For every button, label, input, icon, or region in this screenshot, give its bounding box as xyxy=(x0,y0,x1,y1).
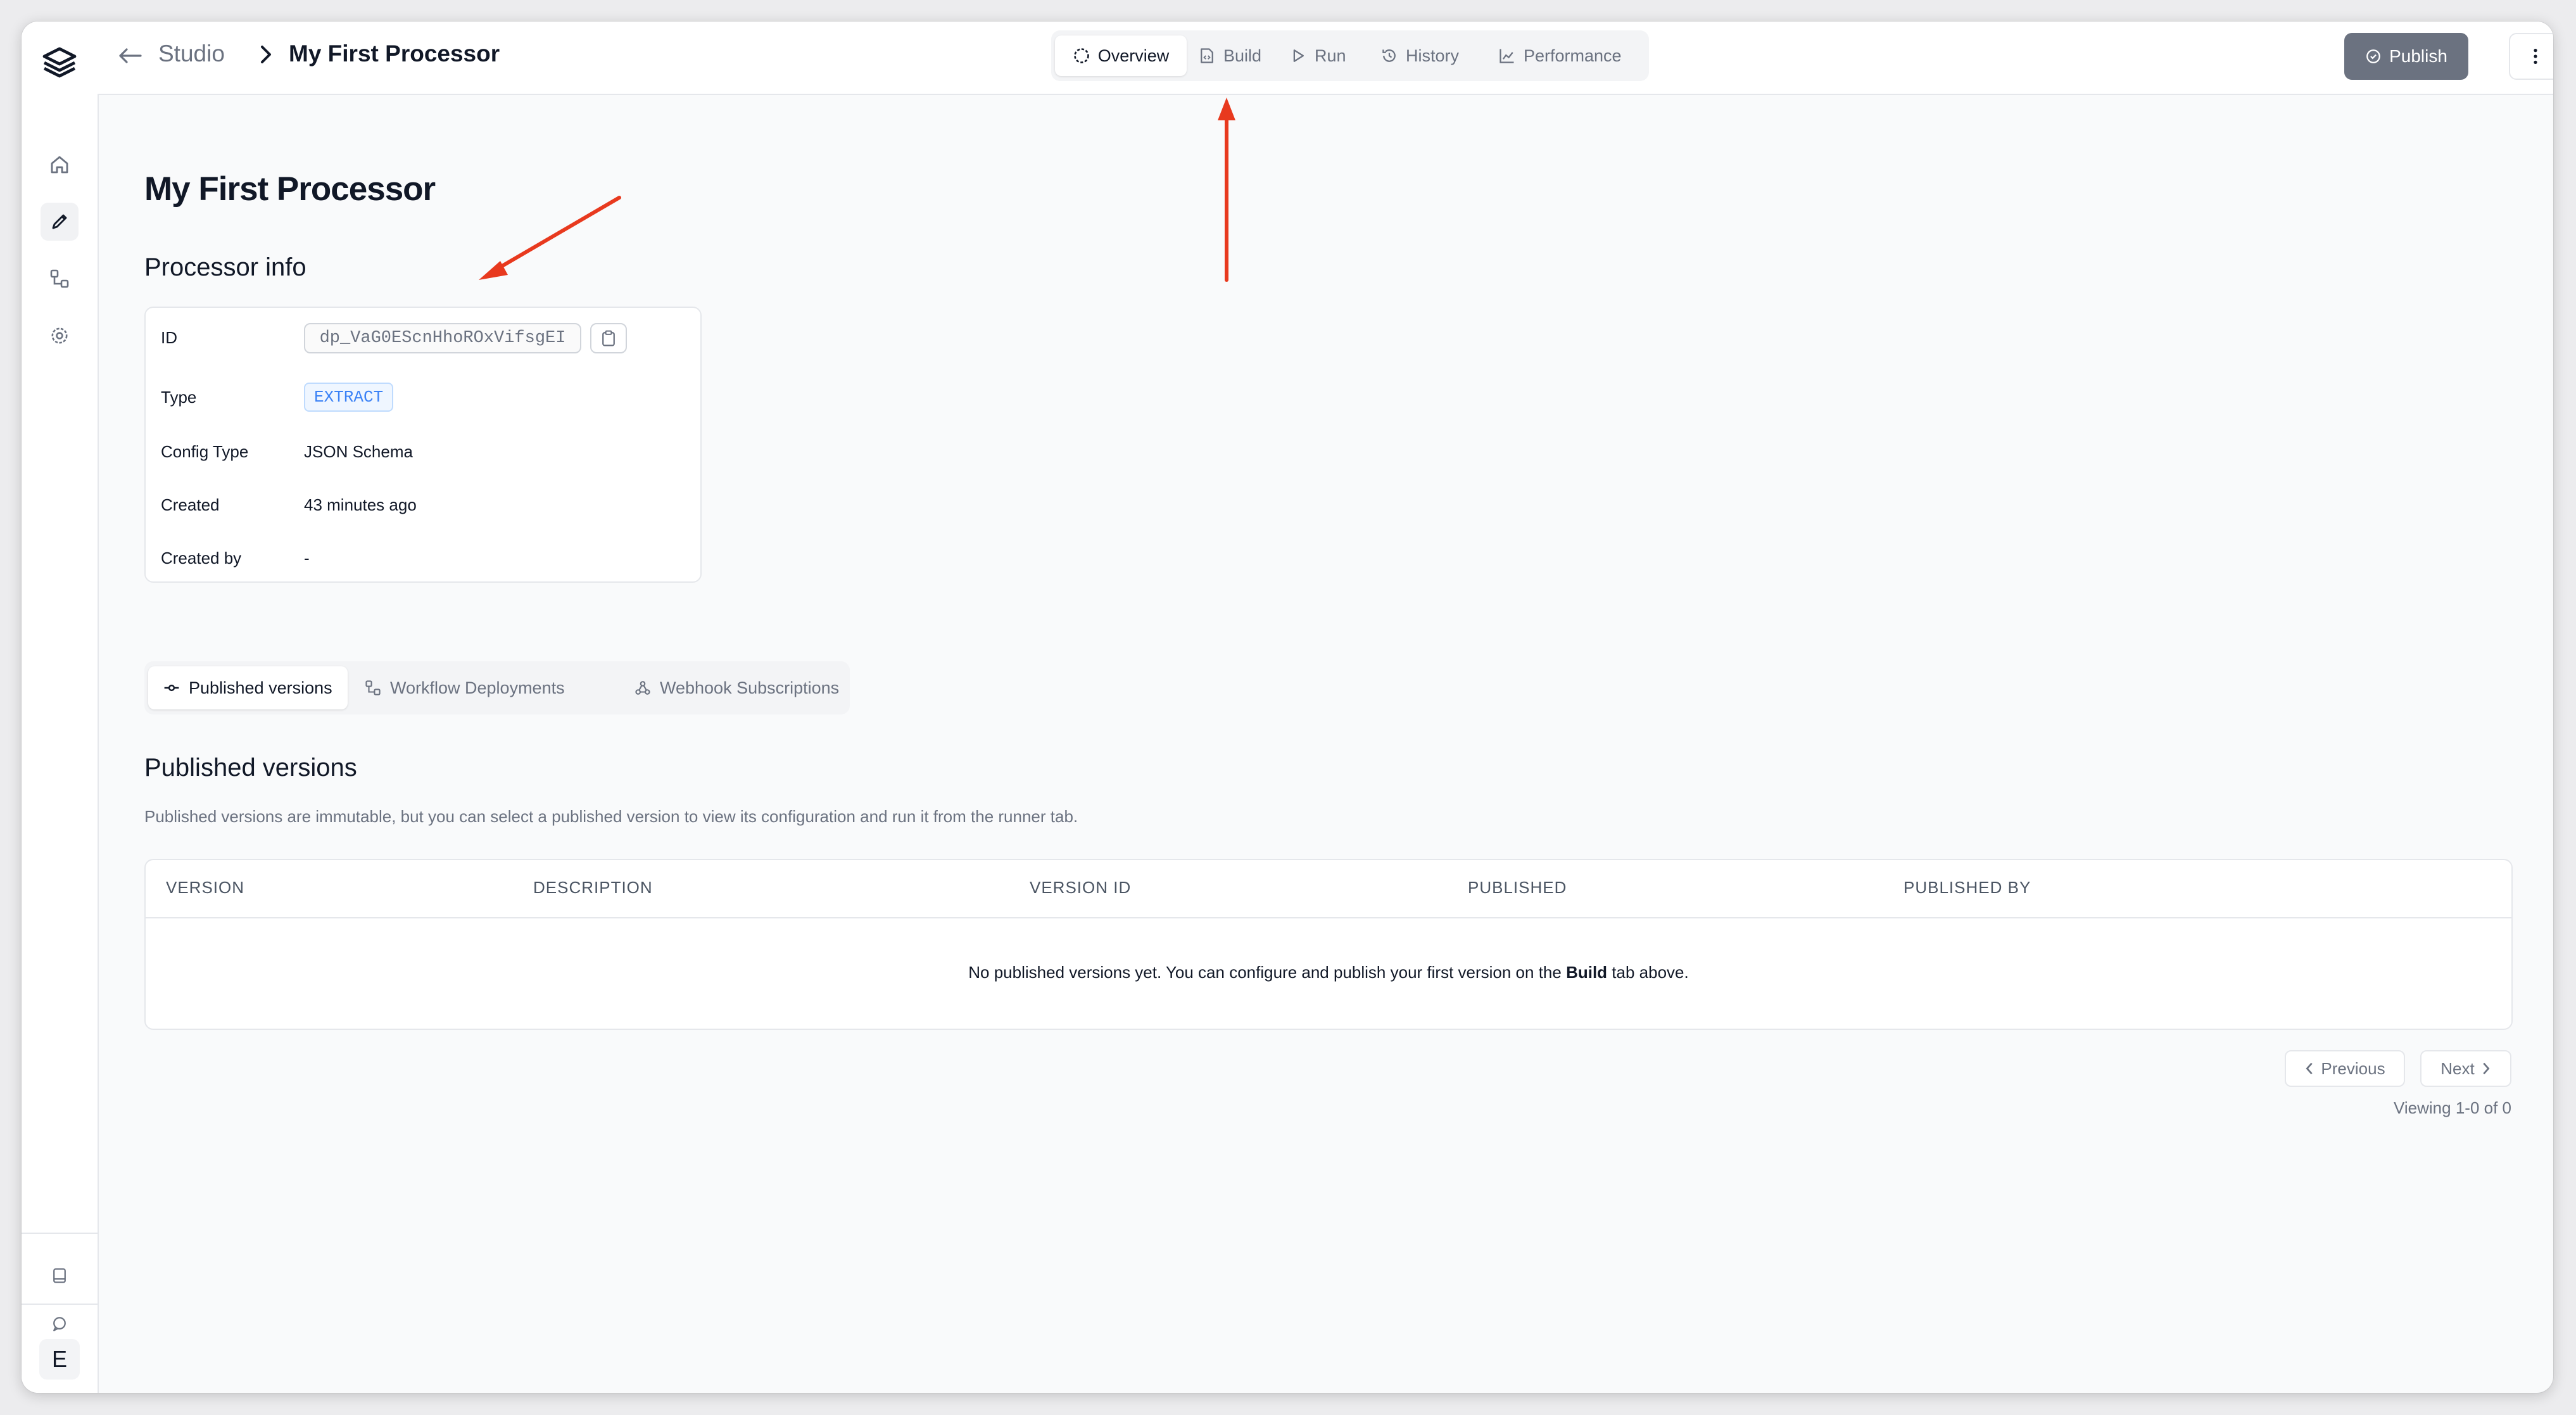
play-icon xyxy=(1293,49,1304,62)
history-icon xyxy=(1382,49,1396,62)
workflow-icon[interactable] xyxy=(41,260,79,298)
created-by-label: Created by xyxy=(161,549,242,568)
commit-icon xyxy=(164,684,179,692)
pagination-status: Viewing 1-0 of 0 xyxy=(2394,1098,2511,1117)
id-label: ID xyxy=(161,328,177,347)
tab-label: Overview xyxy=(1097,46,1170,65)
tab-history[interactable]: History xyxy=(1380,35,1459,76)
section-tabs: Published versions Workflow Deployments … xyxy=(144,661,850,714)
tab-label: History xyxy=(1406,46,1460,65)
empty-text-suffix: tab above. xyxy=(1607,963,1689,982)
tab-label: Workflow Deployments xyxy=(390,678,565,697)
config-type-value: JSON Schema xyxy=(304,442,413,461)
published-versions-heading: Published versions xyxy=(144,754,357,782)
created-label: Created xyxy=(161,495,220,514)
chat-icon[interactable] xyxy=(41,1305,79,1343)
avatar[interactable]: E xyxy=(39,1339,80,1380)
main-content: My First Processor Processor info ID dp_… xyxy=(98,94,2553,1393)
settings-icon[interactable] xyxy=(41,317,79,355)
tab-label: Published versions xyxy=(189,678,332,697)
workflow-icon xyxy=(365,680,381,695)
file-code-icon xyxy=(1201,48,1213,63)
created-value: 43 minutes ago xyxy=(304,495,417,514)
top-bar: Studio My First Processor Overview Build… xyxy=(98,22,2553,95)
processor-info-heading: Processor info xyxy=(144,253,306,281)
check-circle-icon xyxy=(2366,49,2380,63)
chevron-right-icon xyxy=(2483,1062,2490,1075)
next-button[interactable]: Next xyxy=(2420,1050,2511,1087)
more-options-button[interactable] xyxy=(2509,33,2553,80)
tab-workflow-deployments[interactable]: Workflow Deployments xyxy=(365,666,565,709)
tab-overview[interactable]: Overview xyxy=(1055,35,1187,76)
empty-state-message: No published versions yet. You can confi… xyxy=(146,963,2511,982)
table-header: VERSION DESCRIPTION VERSION ID PUBLISHED… xyxy=(146,860,2511,918)
home-icon[interactable] xyxy=(41,146,79,184)
sidebar-divider xyxy=(22,1233,98,1234)
back-arrow-icon[interactable] xyxy=(117,42,144,73)
created-by-value: - xyxy=(304,549,310,568)
tab-label: Webhook Subscriptions xyxy=(660,678,840,697)
tab-build[interactable]: Build xyxy=(1198,35,1261,76)
tab-label: Performance xyxy=(1524,46,1622,65)
type-label: Type xyxy=(161,388,197,407)
top-tabs: Overview Build Run History Performance xyxy=(1051,30,1649,81)
app-window: E Studio My First Processor Overview Bui… xyxy=(22,22,2553,1393)
processor-info-card: ID dp_VaG0EScnHhoROxVifsgEI Type EXTRACT… xyxy=(144,307,702,583)
publish-label: Publish xyxy=(2389,46,2447,66)
webhook-icon xyxy=(635,681,650,695)
left-sidebar: E xyxy=(22,22,99,1393)
clipboard-icon xyxy=(602,330,615,346)
type-badge: EXTRACT xyxy=(304,383,394,412)
config-type-label: Config Type xyxy=(161,442,249,461)
published-versions-description: Published versions are immutable, but yo… xyxy=(144,807,1078,826)
previous-button[interactable]: Previous xyxy=(2285,1050,2405,1087)
tab-published-versions[interactable]: Published versions xyxy=(148,666,348,709)
breadcrumb-studio[interactable]: Studio xyxy=(158,41,225,67)
tab-performance[interactable]: Performance xyxy=(1498,35,1622,76)
breadcrumb-current: My First Processor xyxy=(289,41,500,67)
chevron-left-icon xyxy=(2306,1062,2313,1075)
tab-run[interactable]: Run xyxy=(1289,35,1346,76)
empty-text-prefix: No published versions yet. You can confi… xyxy=(968,963,1567,982)
pencil-icon[interactable] xyxy=(41,203,79,241)
tab-webhook-subscriptions[interactable]: Webhook Subscriptions xyxy=(635,666,839,709)
tab-label: Build xyxy=(1223,46,1262,65)
chevron-right-icon xyxy=(257,43,275,69)
copy-button[interactable] xyxy=(590,323,627,353)
empty-text-build: Build xyxy=(1566,963,1608,982)
tab-label: Run xyxy=(1315,46,1346,65)
page-title: My First Processor xyxy=(144,170,436,208)
publish-button[interactable]: Publish xyxy=(2344,33,2468,80)
column-header-description[interactable]: DESCRIPTION xyxy=(533,878,653,898)
column-header-version-id[interactable]: VERSION ID xyxy=(1030,878,1131,898)
column-header-version[interactable]: VERSION xyxy=(166,878,244,898)
more-vertical-icon xyxy=(2534,49,2537,64)
column-header-published[interactable]: PUBLISHED xyxy=(1468,878,1567,898)
next-label: Next xyxy=(2440,1058,2475,1078)
logo-icon[interactable] xyxy=(41,43,79,81)
avatar-letter: E xyxy=(51,1346,67,1372)
chart-icon xyxy=(1500,49,1514,63)
processor-id-value[interactable]: dp_VaG0EScnHhoROxVifsgEI xyxy=(304,323,581,353)
previous-label: Previous xyxy=(2321,1058,2385,1078)
published-versions-table: VERSION DESCRIPTION VERSION ID PUBLISHED… xyxy=(144,859,2513,1030)
book-icon[interactable] xyxy=(41,1257,79,1295)
circle-dashed-icon xyxy=(1073,48,1089,63)
column-header-published-by[interactable]: PUBLISHED BY xyxy=(1904,878,2031,898)
